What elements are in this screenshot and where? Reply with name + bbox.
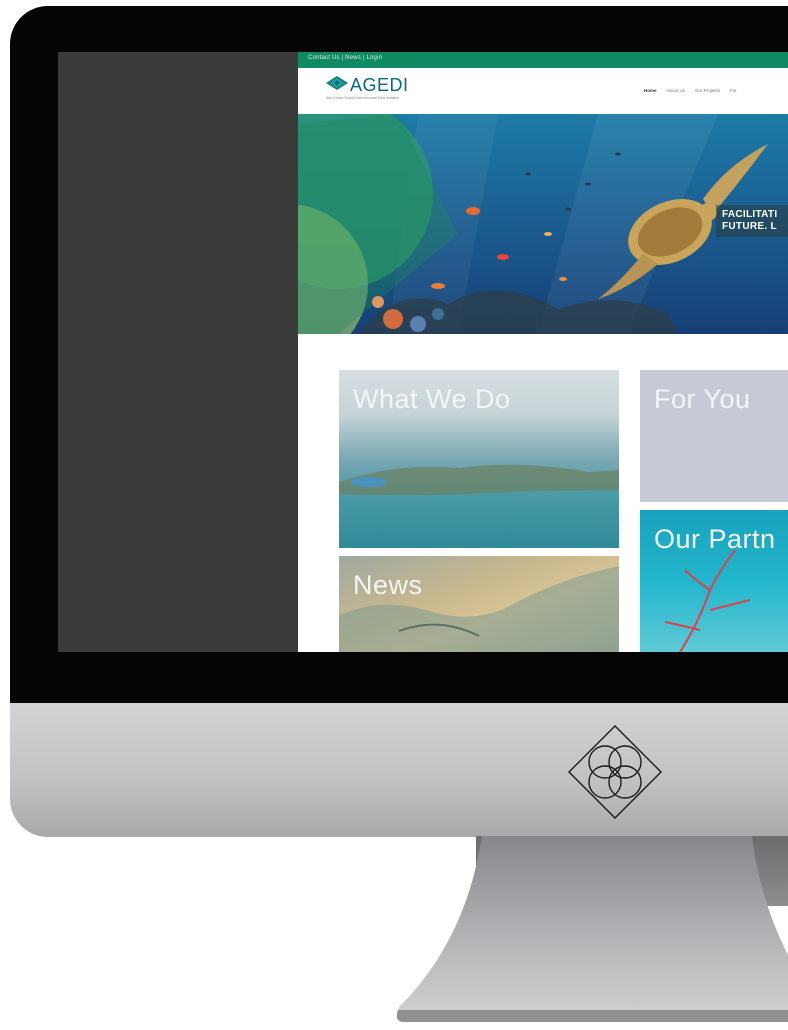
logo-tagline: Abu Dhabi Global Environmental Data Init… <box>326 96 399 100</box>
monitor-chin <box>10 703 788 837</box>
logo-wordmark[interactable]: AGEDI <box>350 75 409 96</box>
hero-caption: FACILITATI FUTURE. L <box>716 205 788 237</box>
main-nav: Home About Us Our Projects For <box>644 88 737 93</box>
tile-for-you[interactable]: For You <box>640 370 788 502</box>
tile-what-we-do-label: What We Do <box>353 384 511 414</box>
feature-tiles: What We Do For You News Our Partn <box>298 334 788 652</box>
screen-left-panel <box>58 52 298 652</box>
website-viewport: Contact Us | News | Login AGEDI Abu Dhab… <box>298 52 788 652</box>
nav-item-about-us[interactable]: About Us <box>667 88 686 93</box>
monitor-neck <box>476 836 788 906</box>
top-utility-bar: Contact Us | News | Login <box>298 52 788 68</box>
hero-banner: FACILITATI FUTURE. L <box>298 114 788 334</box>
agedi-logo-icon[interactable] <box>326 76 348 90</box>
hero-caption-line-2: FUTURE. L <box>722 221 777 232</box>
tile-what-we-do[interactable]: What We Do <box>339 370 619 548</box>
site-header: AGEDI Abu Dhabi Global Environmental Dat… <box>298 68 788 114</box>
hero-caption-line-1: FACILITATI <box>722 209 778 220</box>
top-utility-links[interactable]: Contact Us | News | Login <box>308 55 382 61</box>
tile-news[interactable]: News <box>339 556 619 652</box>
tile-news-label: News <box>353 570 423 600</box>
tile-our-partners-label: Our Partn <box>654 524 776 554</box>
nav-item-our-projects[interactable]: Our Projects <box>695 88 720 93</box>
nav-item-home[interactable]: Home <box>644 88 657 93</box>
tile-our-partners[interactable]: Our Partn <box>640 510 788 652</box>
nav-item-for[interactable]: For <box>730 88 737 93</box>
hero-image <box>298 114 768 334</box>
agedi-emblem-icon <box>568 725 662 819</box>
tile-for-you-label: For You <box>654 384 751 414</box>
